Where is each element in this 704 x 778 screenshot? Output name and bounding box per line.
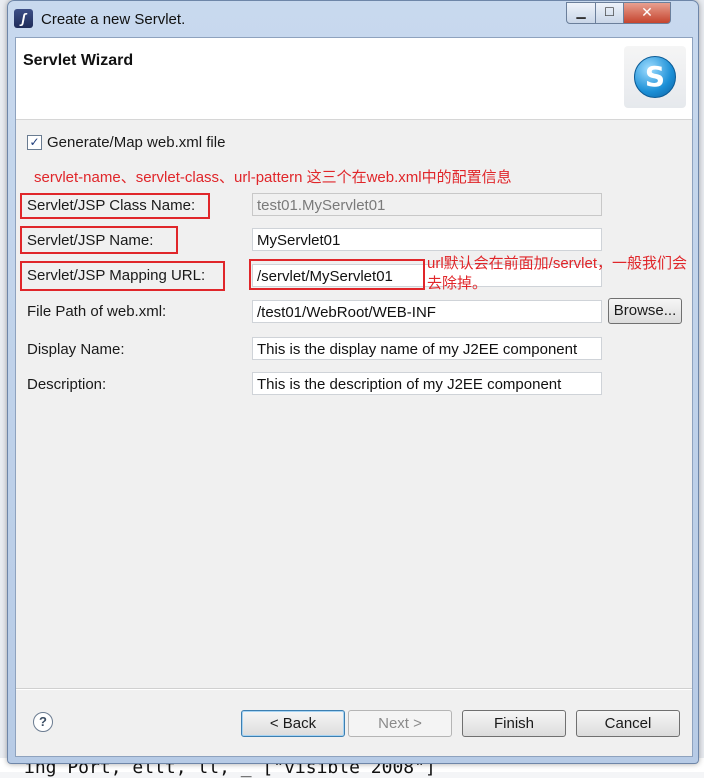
servlet-name-label: Servlet/JSP Name: [27, 232, 154, 249]
servlet-name-field[interactable]: MyServlet01 [252, 228, 602, 251]
description-label: Description: [27, 376, 107, 393]
mapping-url-label: Servlet/JSP Mapping URL: [27, 267, 206, 284]
generate-webxml-checkbox[interactable]: ✓ [27, 135, 42, 150]
servlet-logo-glyph: S [634, 56, 676, 98]
eclipse-app-icon: ʃ [14, 9, 33, 28]
class-name-label: Servlet/JSP Class Name: [27, 197, 196, 214]
footer-separator [16, 688, 692, 690]
finish-button[interactable]: Finish [462, 710, 566, 737]
display-name-field[interactable]: This is the display name of my J2EE comp… [252, 337, 602, 360]
back-button[interactable]: < Back [241, 710, 345, 737]
annotation-webxml-config: servlet-name、servlet-class、url-pattern 这… [34, 169, 512, 186]
servlet-wizard-window: ʃ Create a new Servlet. ▁ ☐ ✕ Servlet Wi… [7, 0, 699, 764]
generate-webxml-label[interactable]: Generate/Map web.xml file [47, 134, 225, 151]
help-icon[interactable]: ? [33, 712, 53, 732]
window-title: Create a new Servlet. [41, 11, 186, 28]
wizard-banner: Servlet Wizard S [16, 38, 692, 120]
maximize-button[interactable]: ☐ [595, 2, 624, 24]
servlet-logo-icon: S [624, 46, 686, 108]
dialog-client-area: Servlet Wizard S ✓ Generate/Map web.xml … [15, 37, 693, 757]
browse-button[interactable]: Browse... [608, 298, 682, 324]
class-name-field: test01.MyServlet01 [252, 193, 602, 216]
annotation-url-prefix: url默认会在前面加/servlet，一般我们会去除掉。 [427, 255, 688, 292]
generate-webxml-row[interactable]: ✓ Generate/Map web.xml file [27, 134, 225, 151]
wizard-title: Servlet Wizard [23, 52, 134, 69]
cancel-button[interactable]: Cancel [576, 710, 680, 737]
close-button[interactable]: ✕ [623, 2, 671, 24]
minimize-button[interactable]: ▁ [566, 2, 596, 24]
display-name-label: Display Name: [27, 341, 125, 358]
annotation-box-mapping-url-field [249, 259, 425, 290]
file-path-label: File Path of web.xml: [27, 303, 167, 320]
wizard-footer: ? < Back Next > Finish Cancel [16, 688, 692, 756]
wizard-form: ✓ Generate/Map web.xml file servlet-name… [16, 120, 692, 688]
description-field[interactable]: This is the description of my J2EE compo… [252, 372, 602, 395]
title-bar[interactable]: ʃ Create a new Servlet. ▁ ☐ ✕ [8, 1, 698, 37]
next-button[interactable]: Next > [348, 710, 452, 737]
file-path-field[interactable]: /test01/WebRoot/WEB-INF [252, 300, 602, 323]
